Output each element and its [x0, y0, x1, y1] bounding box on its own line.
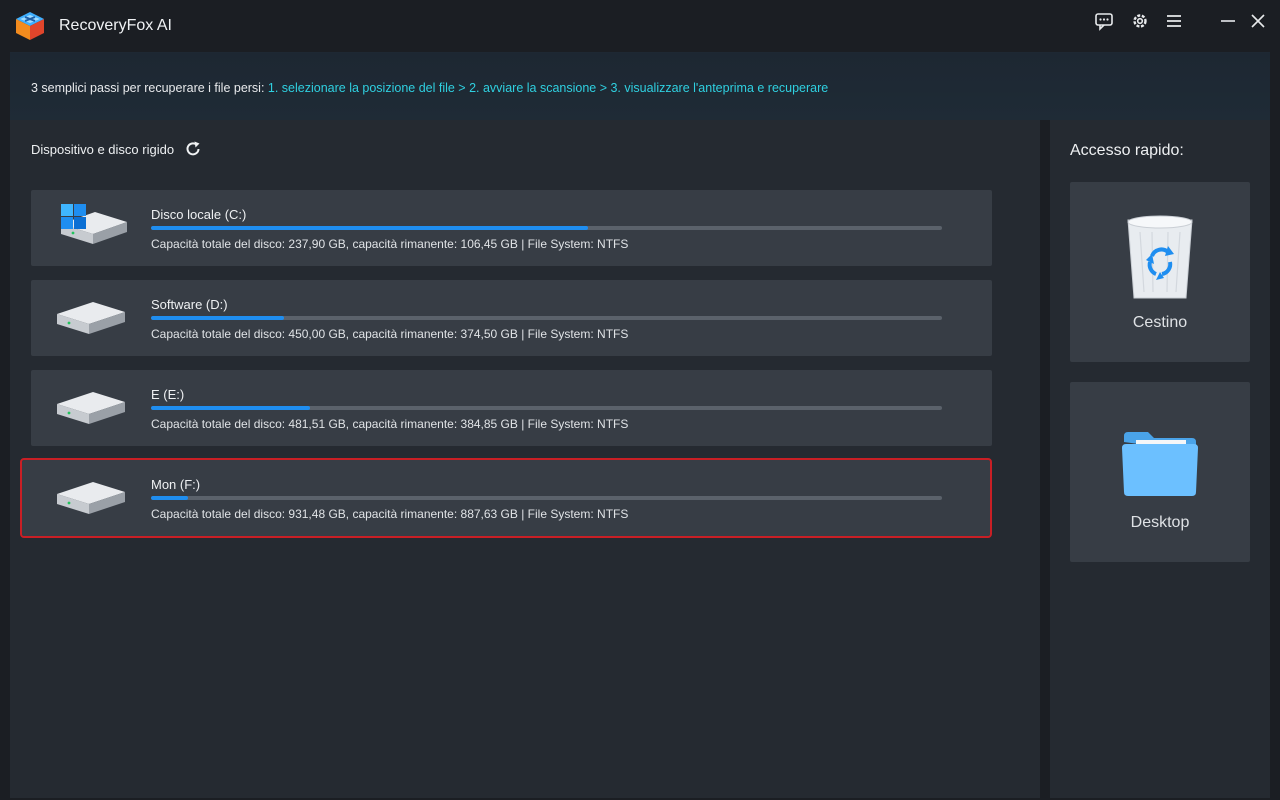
title-bar: RecoveryFox AI [0, 0, 1280, 52]
usage-bar [151, 226, 942, 230]
quick-access-label: Desktop [1130, 514, 1190, 531]
usage-bar [151, 406, 942, 410]
refresh-icon[interactable] [184, 140, 202, 158]
app-logo-icon [16, 12, 44, 40]
drive-item-f[interactable]: Mon (F:) Capacità totale del disco: 931,… [20, 458, 992, 538]
folder-icon [1122, 432, 1198, 496]
devices-panel: Dispositivo e disco rigido Disco locale … [10, 120, 1040, 798]
panel-divider [1040, 120, 1050, 798]
drive-info: Capacità totale del disco: 931,48 GB, ca… [151, 507, 629, 521]
steps-text: 3 semplici passi per recuperare i file p… [31, 81, 828, 95]
steps-list: 1. selezionare la posizione del file > 2… [267, 81, 829, 95]
minimize-icon[interactable] [1216, 9, 1240, 33]
drive-info: Capacità totale del disco: 237,90 GB, ca… [151, 237, 629, 251]
drive-name: Mon (F:) [151, 477, 201, 492]
hard-drive-icon [57, 392, 125, 424]
quick-access-desktop[interactable]: Desktop [1070, 382, 1250, 562]
usage-bar-fill [151, 406, 310, 410]
feedback-icon[interactable] [1092, 9, 1116, 33]
steps-banner: 3 semplici passi per recuperare i file p… [10, 52, 1270, 120]
app-title: RecoveryFox AI [59, 17, 172, 34]
hard-drive-icon [57, 302, 125, 334]
drive-item-c[interactable]: Disco locale (C:) Capacità totale del di… [31, 190, 992, 266]
steps-prefix: 3 semplici passi per recuperare i file p… [31, 81, 268, 95]
devices-header: Dispositivo e disco rigido [31, 140, 202, 158]
quick-access-panel: Accesso rapido: Cestino Desktop [1050, 120, 1270, 798]
devices-title: Dispositivo e disco rigido [31, 141, 175, 157]
drive-name: Software (D:) [151, 297, 228, 312]
usage-bar [151, 496, 942, 500]
drive-item-e[interactable]: E (E:) Capacità totale del disco: 481,51… [31, 370, 992, 446]
quick-access-title: Accesso rapido: [1070, 142, 1184, 159]
quick-access-label: Cestino [1132, 314, 1188, 331]
window-frame-right [1270, 52, 1280, 800]
drive-item-d[interactable]: Software (D:) Capacità totale del disco:… [31, 280, 992, 356]
usage-bar [151, 316, 942, 320]
gear-icon[interactable] [1128, 9, 1152, 33]
recycle-bin-icon [1127, 215, 1193, 299]
drive-name: E (E:) [151, 387, 185, 402]
usage-bar-fill [151, 496, 189, 500]
hard-drive-icon [57, 482, 125, 514]
drive-info: Capacità totale del disco: 450,00 GB, ca… [151, 327, 629, 341]
usage-bar-fill [151, 316, 284, 320]
drive-name: Disco locale (C:) [151, 207, 247, 222]
windows-drive-icon [61, 204, 127, 244]
drive-info: Capacità totale del disco: 481,51 GB, ca… [151, 417, 629, 431]
close-icon[interactable] [1246, 9, 1270, 33]
menu-icon[interactable] [1162, 9, 1186, 33]
quick-access-recycle-bin[interactable]: Cestino [1070, 182, 1250, 362]
usage-bar-fill [151, 226, 589, 230]
